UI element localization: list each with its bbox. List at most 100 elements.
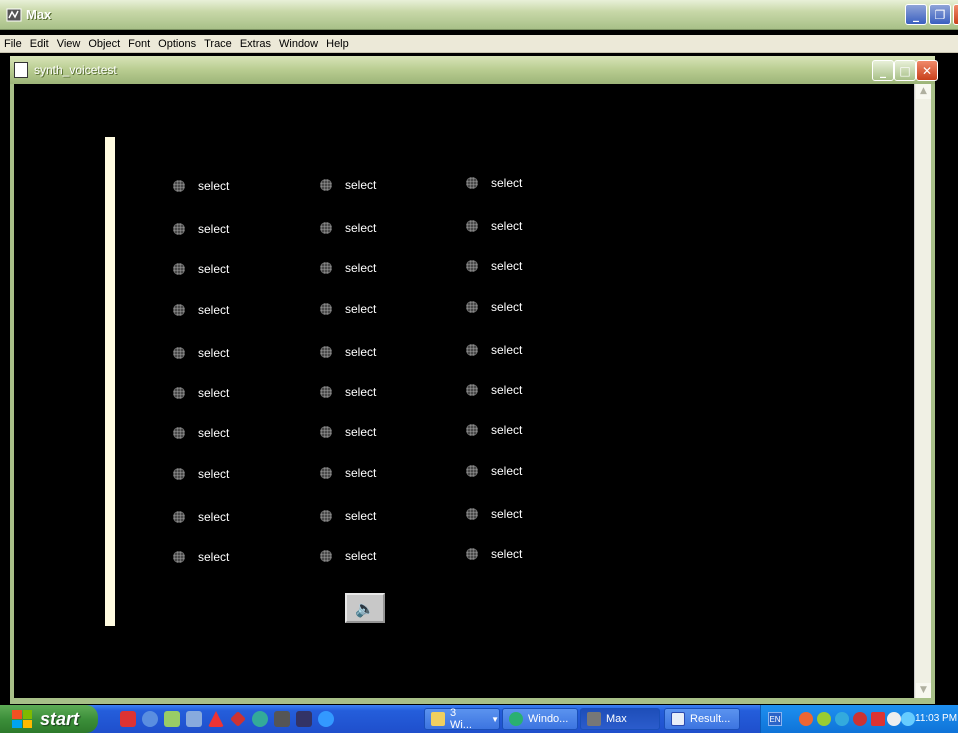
bang-icon[interactable] xyxy=(173,263,185,275)
scroll-up-icon[interactable]: ▲ xyxy=(916,84,931,99)
app-minimize-button[interactable]: _ xyxy=(905,4,927,25)
quicklaunch-icon-4[interactable] xyxy=(186,711,202,727)
task-max[interactable]: Max xyxy=(580,708,660,730)
quicklaunch-icon-1[interactable] xyxy=(120,711,136,727)
select-object[interactable]: select xyxy=(173,550,229,564)
select-object[interactable]: select xyxy=(173,467,229,481)
task-result[interactable]: Result... xyxy=(664,708,740,730)
select-object[interactable]: select xyxy=(466,547,522,561)
select-object[interactable]: select xyxy=(173,179,229,193)
select-object[interactable]: select xyxy=(320,261,376,275)
bang-icon[interactable] xyxy=(173,551,185,563)
select-object[interactable]: select xyxy=(320,221,376,235)
bang-icon[interactable] xyxy=(466,301,478,313)
select-object[interactable]: select xyxy=(466,423,522,437)
vertical-scrollbar[interactable]: ▲ ▼ xyxy=(914,84,931,698)
task-window[interactable]: Windo... xyxy=(502,708,578,730)
menu-help[interactable]: Help xyxy=(326,38,349,50)
quicklaunch-icon-6[interactable] xyxy=(230,711,246,727)
tray-icon-6[interactable] xyxy=(887,712,901,726)
select-object[interactable]: select xyxy=(320,549,376,563)
menu-edit[interactable]: Edit xyxy=(30,38,49,50)
menu-view[interactable]: View xyxy=(57,38,81,50)
ie-icon[interactable] xyxy=(318,711,334,727)
bang-icon[interactable] xyxy=(320,386,332,398)
tray-icon-4[interactable] xyxy=(853,712,867,726)
bang-icon[interactable] xyxy=(466,260,478,272)
menu-trace[interactable]: Trace xyxy=(204,38,232,50)
select-object[interactable]: select xyxy=(466,507,522,521)
phone-icon[interactable] xyxy=(901,712,915,726)
speaker-icon[interactable]: 🔈 xyxy=(345,593,385,623)
bang-icon[interactable] xyxy=(320,303,332,315)
bang-icon[interactable] xyxy=(320,510,332,522)
menu-font[interactable]: Font xyxy=(128,38,150,50)
bang-icon[interactable] xyxy=(320,179,332,191)
select-object[interactable]: select xyxy=(320,466,376,480)
patcher-maximize-button[interactable]: □ xyxy=(894,60,916,81)
select-object[interactable]: select xyxy=(320,302,376,316)
select-object[interactable]: select xyxy=(466,176,522,190)
bang-icon[interactable] xyxy=(466,220,478,232)
menu-options[interactable]: Options xyxy=(158,38,196,50)
select-object[interactable]: select xyxy=(173,510,229,524)
menu-object[interactable]: Object xyxy=(88,38,120,50)
bang-icon[interactable] xyxy=(173,223,185,235)
select-object[interactable]: select xyxy=(320,178,376,192)
quicklaunch-icon-2[interactable] xyxy=(142,711,158,727)
bang-icon[interactable] xyxy=(320,222,332,234)
bang-icon[interactable] xyxy=(466,465,478,477)
bang-icon[interactable] xyxy=(173,387,185,399)
bang-icon[interactable] xyxy=(173,180,185,192)
bang-icon[interactable] xyxy=(320,467,332,479)
patcher-minimize-button[interactable]: _ xyxy=(872,60,894,81)
scroll-down-icon[interactable]: ▼ xyxy=(916,683,931,698)
bang-icon[interactable] xyxy=(466,548,478,560)
select-object[interactable]: select xyxy=(173,222,229,236)
select-object[interactable]: select xyxy=(466,464,522,478)
select-object[interactable]: select xyxy=(173,262,229,276)
select-object[interactable]: select xyxy=(173,386,229,400)
bang-icon[interactable] xyxy=(320,262,332,274)
select-object[interactable]: select xyxy=(320,509,376,523)
bang-icon[interactable] xyxy=(466,508,478,520)
select-object[interactable]: select xyxy=(320,345,376,359)
bang-icon[interactable] xyxy=(466,177,478,189)
select-object[interactable]: select xyxy=(173,426,229,440)
bang-icon[interactable] xyxy=(466,384,478,396)
tray-icon-5[interactable] xyxy=(871,712,885,726)
quicklaunch-icon-9[interactable] xyxy=(296,711,312,727)
menu-window[interactable]: Window xyxy=(279,38,318,50)
quicklaunch-icon-8[interactable] xyxy=(274,711,290,727)
select-object[interactable]: select xyxy=(466,300,522,314)
app-maximize-button[interactable]: ❐ xyxy=(929,4,951,25)
select-object[interactable]: select xyxy=(173,303,229,317)
bang-icon[interactable] xyxy=(466,344,478,356)
quicklaunch-icon-5[interactable] xyxy=(208,711,224,727)
select-object[interactable]: select xyxy=(320,385,376,399)
app-close-button[interactable] xyxy=(953,4,958,25)
patcher-canvas[interactable] xyxy=(14,84,914,698)
bang-icon[interactable] xyxy=(173,347,185,359)
menu-extras[interactable]: Extras xyxy=(240,38,271,50)
task-folder[interactable]: 3 Wi... ▼ xyxy=(424,707,500,731)
tray-icon-1[interactable] xyxy=(799,712,813,726)
select-object[interactable]: select xyxy=(466,219,522,233)
bang-icon[interactable] xyxy=(173,427,185,439)
vertical-slider[interactable] xyxy=(105,137,115,626)
select-object[interactable]: select xyxy=(466,383,522,397)
bang-icon[interactable] xyxy=(173,468,185,480)
quicklaunch-icon-3[interactable] xyxy=(164,711,180,727)
tray-icon-2[interactable] xyxy=(817,712,831,726)
bang-icon[interactable] xyxy=(320,346,332,358)
start-button[interactable]: start xyxy=(0,705,98,733)
select-object[interactable]: select xyxy=(466,259,522,273)
bang-icon[interactable] xyxy=(466,424,478,436)
quicklaunch-icon-7[interactable] xyxy=(252,711,268,727)
patcher-close-button[interactable]: ✕ xyxy=(916,60,938,81)
tray-icon-3[interactable] xyxy=(835,712,849,726)
select-object[interactable]: select xyxy=(173,346,229,360)
bang-icon[interactable] xyxy=(173,304,185,316)
bang-icon[interactable] xyxy=(173,511,185,523)
bang-icon[interactable] xyxy=(320,550,332,562)
